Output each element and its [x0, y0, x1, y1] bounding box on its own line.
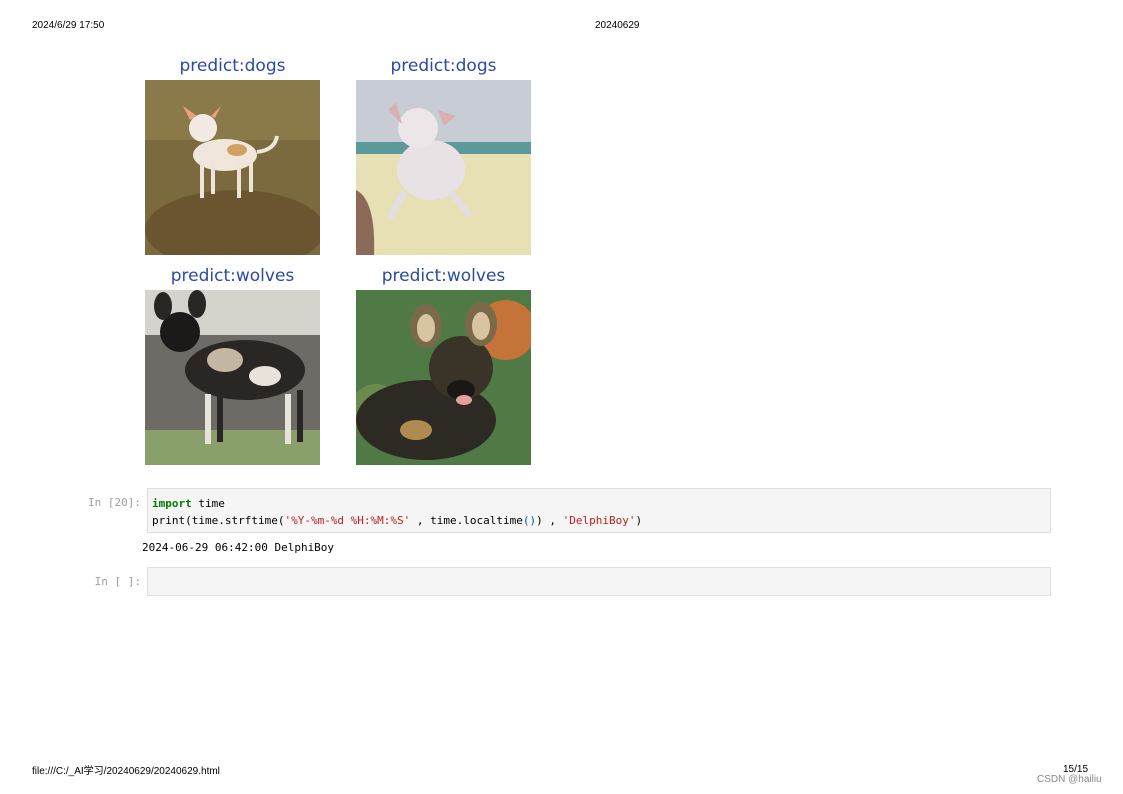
watermark: CSDN @hailiu [1037, 774, 1102, 785]
dog-photo [145, 80, 320, 255]
code-text: , time.localtime [410, 514, 523, 527]
cell-output: 2024-06-29 06:42:00 DelphiBoy [142, 541, 335, 554]
code-text: time [191, 497, 225, 510]
cell-prompt: In [ ]: [94, 575, 141, 588]
dog-photo [356, 80, 531, 255]
code-cell[interactable]: import time print(time.strftime('%Y-%m-%… [147, 488, 1051, 533]
code-string: 'DelphiBoy' [562, 514, 636, 527]
code-string: '%Y-%m-%d %H:%M:%S' [284, 514, 411, 527]
code-text: ) [635, 514, 643, 527]
prediction-label: predict:wolves [381, 266, 506, 286]
print-datetime: 2024/6/29 17:50 [32, 20, 105, 31]
code-line: import time [148, 495, 1050, 512]
prediction-label: predict:wolves [170, 266, 295, 286]
code-keyword: import [152, 497, 192, 510]
code-line: print(time.strftime('%Y-%m-%d %H:%M:%S' … [148, 512, 1050, 529]
prediction-label: predict:dogs [179, 56, 286, 76]
print-file-path: file:///C:/_AI学习/20240629/20240629.html [32, 766, 220, 777]
wolf-photo [356, 290, 531, 465]
cell-prompt: In [20]: [88, 496, 141, 509]
code-paren: () [522, 514, 537, 527]
wolf-photo [145, 290, 320, 465]
empty-code-cell[interactable] [147, 567, 1051, 596]
code-text: ) , [536, 514, 563, 527]
prediction-label: predict:dogs [390, 56, 497, 76]
print-title: 20240629 [595, 20, 640, 31]
code-text: print(time.strftime( [152, 514, 285, 527]
